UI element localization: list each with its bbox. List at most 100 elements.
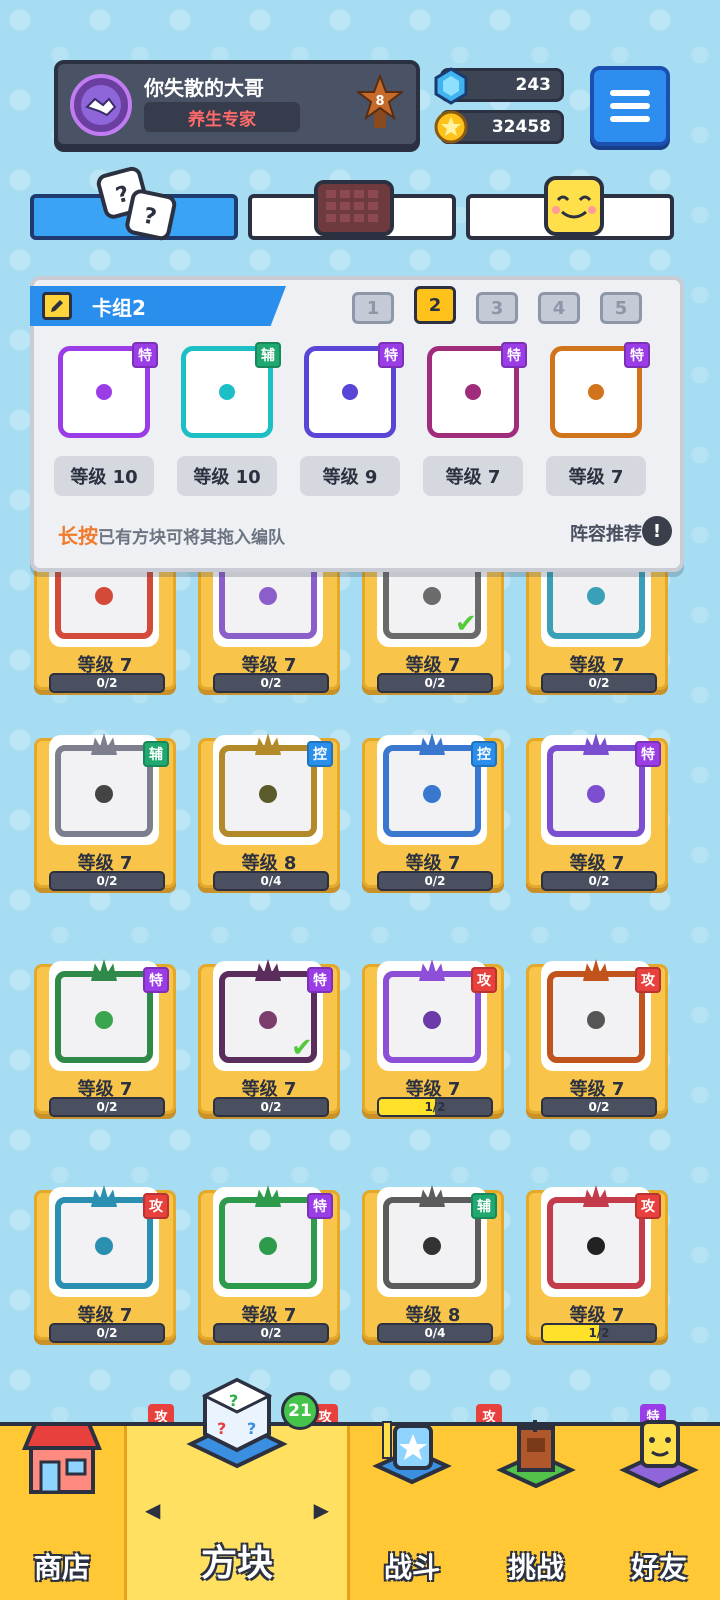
dragon-crown-icon <box>583 959 609 981</box>
block-type-tag: 特 <box>635 741 661 767</box>
deck-card[interactable]: 特 <box>423 342 527 442</box>
block-card[interactable]: 攻等级 7 1/2 <box>526 1185 668 1343</box>
dragon-crown-icon <box>91 1185 117 1207</box>
block-pip-icon <box>95 785 113 803</box>
rank-badge[interactable]: 8 <box>356 74 404 130</box>
block-pip-icon <box>423 785 441 803</box>
block-pip-icon <box>587 785 605 803</box>
progress-text: 0/2 <box>96 1100 118 1114</box>
player-profile-card[interactable]: 你失散的大哥 养生专家 8 <box>54 60 420 148</box>
block-card[interactable]: 特等级 7 0/2 <box>34 959 176 1117</box>
dragon-crown-icon <box>583 733 609 755</box>
block-type-tag: 特 <box>501 342 527 368</box>
upgrade-progress-bar: 0/2 <box>377 871 493 891</box>
challenge-icon <box>496 1420 576 1489</box>
deck-slot-5[interactable]: 5 <box>600 292 642 324</box>
deck-slot-3[interactable]: 3 <box>476 292 518 324</box>
block-pip-icon <box>423 1237 441 1255</box>
upgrade-progress-bar: 0/2 <box>49 673 165 693</box>
equipped-check-icon: ✔ <box>291 1033 313 1063</box>
deck-card[interactable]: 特 <box>300 342 404 442</box>
block-type-tag: 辅 <box>255 342 281 368</box>
progress-text: 0/2 <box>588 1100 610 1114</box>
progress-text: 0/2 <box>96 1326 118 1340</box>
block-pip-icon <box>587 587 605 605</box>
nav-shop[interactable]: 商店 <box>0 1422 124 1600</box>
block-type-tag: 特 <box>307 1193 333 1219</box>
avatar[interactable] <box>70 74 132 136</box>
coin-counter[interactable]: 32458 <box>434 110 564 144</box>
rank-number: 8 <box>375 94 385 109</box>
nav-challenge-label: 挑战 <box>507 1551 564 1584</box>
friends-icon <box>619 1420 699 1489</box>
svg-text:?: ? <box>217 1419 226 1438</box>
nav-friends[interactable]: 好友 <box>598 1420 720 1600</box>
dragon-crown-icon <box>419 733 445 755</box>
nav-challenge[interactable]: 挑战 <box>474 1420 598 1600</box>
block-card[interactable]: 攻等级 7 1/2 <box>362 959 504 1117</box>
deck-card[interactable]: 特 <box>54 342 158 442</box>
coin-amount: 32458 <box>491 117 551 137</box>
progress-text: 0/4 <box>260 874 282 888</box>
block-card[interactable]: 攻等级 7 0/2 <box>526 959 668 1117</box>
upgrade-progress-bar: 0/2 <box>377 673 493 693</box>
tab-dice[interactable]: ? ? <box>30 166 238 241</box>
deck-card[interactable]: 特 <box>546 342 650 442</box>
block-pip-icon <box>95 587 113 605</box>
coin-icon <box>433 109 469 149</box>
deck-slot-1[interactable]: 1 <box>352 292 394 324</box>
block-card[interactable]: 特等级 7 0/2 <box>526 733 668 891</box>
tab-board[interactable] <box>248 180 456 240</box>
edit-pencil-icon[interactable] <box>42 292 72 320</box>
deck-slot-4[interactable]: 4 <box>538 292 580 324</box>
dragon-crown-icon <box>255 1185 281 1207</box>
block-type-tag: 攻 <box>635 1193 661 1219</box>
gem-amount: 243 <box>515 75 552 95</box>
block-card[interactable]: ✔ 特等级 7 0/2 <box>198 959 340 1117</box>
progress-text: 0/2 <box>260 1100 282 1114</box>
block-card[interactable]: 辅等级 8 0/4 <box>362 1185 504 1343</box>
block-card[interactable]: 攻等级 7 0/2 <box>34 1185 176 1343</box>
block-card[interactable]: 辅等级 7 0/2 <box>34 733 176 891</box>
block-card[interactable]: 控等级 7 0/2 <box>362 733 504 891</box>
svg-text:?: ? <box>229 1391 238 1410</box>
tab-emote[interactable] <box>466 176 674 240</box>
block-pip-icon <box>219 384 235 400</box>
block-type-tag: 攻 <box>471 967 497 993</box>
nav-next-arrow[interactable]: ▶ <box>314 1498 329 1522</box>
block-pip-icon <box>96 384 112 400</box>
deck-panel: 卡组2 1 2 3 4 5 特等级 10 辅等级 10 特等级 9 特等级 7 特等级 … <box>30 276 684 572</box>
deck-hint: 长按已有方块可将其拖入编队 <box>58 520 285 549</box>
upgrade-progress-bar: 0/2 <box>49 1323 165 1343</box>
block-card[interactable]: 控等级 8 0/4 <box>198 733 340 891</box>
menu-icon <box>610 90 650 96</box>
block-type-tag: 辅 <box>143 741 169 767</box>
upgrade-progress-bar: 0/2 <box>213 1097 329 1117</box>
block-pip-icon <box>587 1237 605 1255</box>
block-pip-icon <box>587 1011 605 1029</box>
block-type-tag: 特 <box>143 967 169 993</box>
progress-text: 0/2 <box>424 874 446 888</box>
block-card[interactable]: 特等级 7 0/2 <box>198 1185 340 1343</box>
nav-blocks[interactable]: ? ? ? 21 ◀ ▶ 方块 <box>124 1377 350 1600</box>
progress-text: 0/2 <box>588 676 610 690</box>
block-pip-icon <box>342 384 358 400</box>
upgrade-progress-bar: 0/2 <box>213 673 329 693</box>
block-type-tag: 攻 <box>635 967 661 993</box>
deck-slot-2[interactable]: 2 <box>414 286 456 324</box>
info-icon[interactable]: ! <box>642 516 672 546</box>
nav-battle[interactable]: 战斗 <box>350 1421 474 1600</box>
battle-icon <box>372 1421 452 1485</box>
deck-card[interactable]: 辅 <box>177 342 281 442</box>
dragon-crown-icon <box>91 733 117 755</box>
gem-counter[interactable]: 243 <box>434 67 564 105</box>
menu-button[interactable] <box>590 66 670 146</box>
hint-text: 已有方块可将其拖入编队 <box>98 528 285 548</box>
nav-prev-arrow[interactable]: ◀ <box>145 1498 160 1522</box>
dragon-crown-icon <box>255 959 281 981</box>
block-pip-icon <box>259 1011 277 1029</box>
block-pip-icon <box>259 785 277 803</box>
lineup-recommend-link[interactable]: 阵容推荐 <box>570 520 642 546</box>
deck-title-banner[interactable]: 卡组2 <box>30 286 286 326</box>
block-pip-icon <box>588 384 604 400</box>
